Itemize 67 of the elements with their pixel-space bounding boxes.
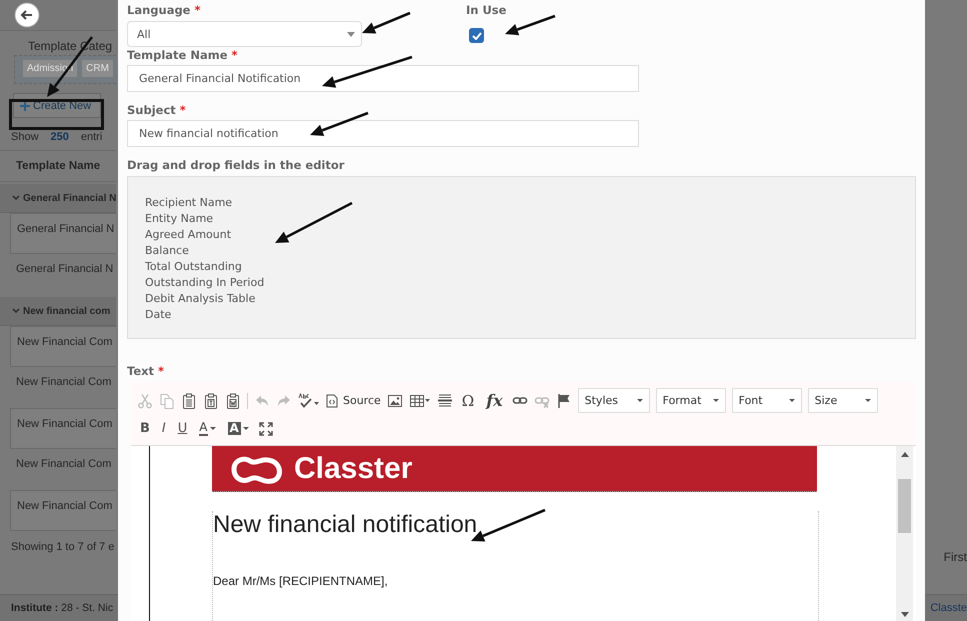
entries-label: entri (80, 131, 102, 143)
annotation-arrow (310, 112, 368, 136)
table-cell: New Financial Com (10, 408, 116, 449)
draggable-field[interactable]: Date (145, 307, 172, 323)
annotation-arrow (362, 12, 410, 34)
field-label: Language * (127, 2, 202, 18)
flag-icon[interactable] (556, 392, 572, 408)
toolbar-dropdown[interactable]: Font (732, 388, 802, 413)
draggable-field[interactable]: Total Outstanding (145, 259, 242, 275)
table-cell-text: New Financial Com (15, 375, 112, 390)
paste-word-icon[interactable] (225, 392, 241, 408)
draggable-field[interactable]: Balance (145, 243, 189, 259)
checkmark-icon (472, 32, 482, 40)
field-label: Template Name * (127, 47, 239, 63)
draggable-field[interactable]: Agreed Amount (145, 227, 232, 243)
institute-text: Institute : 28 - St. Nic (11, 602, 114, 614)
table-icon[interactable] (408, 392, 431, 408)
scrollbar[interactable] (896, 446, 913, 621)
paste-icon[interactable] (181, 392, 197, 408)
column-header[interactable]: Template Name (0, 150, 116, 182)
caret-icon (347, 32, 355, 36)
italic-button[interactable]: I (158, 421, 169, 436)
template-name-field[interactable]: General Financial Notification (127, 65, 639, 92)
draggable-field[interactable]: Outstanding In Period (145, 275, 264, 291)
table-cell-text: General Financial N (15, 262, 114, 277)
table-cell: New Financial Com (10, 490, 116, 531)
image-icon[interactable] (386, 392, 403, 408)
document-heading: New financial notification (213, 511, 478, 539)
spellcheck-icon[interactable] (298, 392, 320, 408)
document-paragraph: Dear Mr/Ms [RECIPIENTNAME], (213, 574, 388, 588)
show-label: Show (11, 131, 39, 143)
source-button[interactable]: Source (326, 394, 381, 408)
pager-first-link[interactable]: First (944, 550, 967, 564)
special-character-button[interactable]: Ω (458, 392, 478, 410)
scroll-up-icon[interactable] (900, 452, 908, 457)
paste-text-icon[interactable] (203, 392, 219, 408)
plus-icon (20, 100, 30, 110)
scroll-down-icon[interactable] (900, 612, 908, 617)
underline-button[interactable]: U (174, 421, 190, 436)
text-color-button[interactable]: A (196, 421, 218, 436)
formula-button[interactable]: fx (483, 391, 506, 410)
subject-field[interactable]: New financial notification (127, 120, 639, 147)
table-cell: New Financial Com (10, 326, 116, 367)
maximize-icon[interactable] (258, 420, 274, 436)
field-label: Subject * (127, 102, 187, 118)
toolbar-dropdown[interactable]: Styles (578, 388, 650, 413)
scrollbar-thumb[interactable] (898, 479, 911, 533)
toolbar-dropdown[interactable]: Format (656, 388, 726, 413)
draggable-field[interactable]: Recipient Name (145, 195, 232, 211)
draggable-field[interactable]: Debit Analysis Table (145, 291, 256, 307)
table-cell: General Financial N (10, 213, 116, 254)
back-button[interactable] (14, 2, 40, 28)
document-icon (326, 394, 338, 408)
bold-button[interactable]: B (137, 421, 153, 436)
toolbar-dropdown[interactable]: Size (808, 388, 878, 413)
annotation-arrow (505, 14, 556, 36)
in-use-checkbox[interactable] (469, 28, 484, 43)
field-label: Drag and drop fields in the editor (127, 157, 346, 173)
field-label: Text * (127, 363, 166, 379)
background-color-button[interactable]: A (224, 422, 252, 435)
draggable-field[interactable]: Entity Name (145, 211, 214, 227)
table-summary: Showing 1 to 7 of 7 e (11, 541, 116, 553)
logo-text: Classter (294, 452, 412, 486)
horizontal-line-icon[interactable] (436, 392, 453, 408)
field-label: In Use (466, 2, 506, 18)
language-select[interactable]: All (127, 21, 362, 47)
table-cell-text: New Financial Com (15, 457, 112, 472)
